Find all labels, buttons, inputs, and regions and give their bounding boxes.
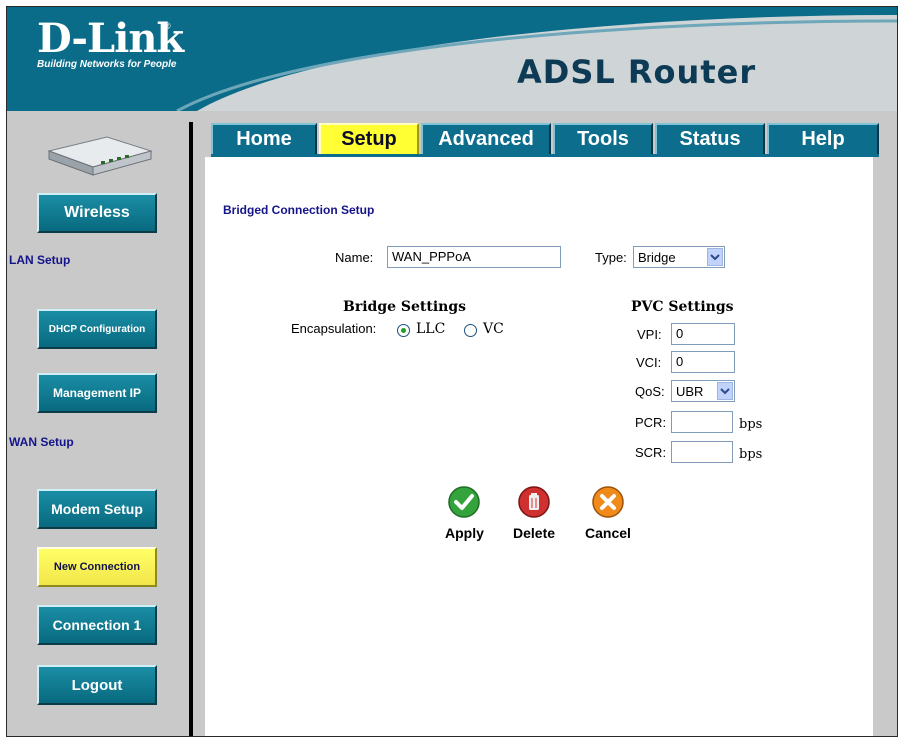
name-label: Name: (335, 250, 374, 265)
vpi-label: VPI: (637, 327, 662, 342)
chevron-down-icon (707, 248, 723, 266)
tab-advanced[interactable]: Advanced (421, 123, 551, 154)
type-label: Type: (595, 250, 627, 265)
modem-setup-button[interactable]: Modem Setup (37, 489, 157, 529)
pcr-input[interactable] (671, 411, 733, 433)
tab-help[interactable]: Help (767, 123, 879, 154)
cancel-button[interactable]: Cancel (585, 485, 631, 541)
qos-select[interactable]: UBR (671, 380, 735, 402)
type-select[interactable]: Bridge (633, 246, 725, 268)
apply-button[interactable]: Apply (445, 485, 484, 541)
vci-label: VCI: (636, 355, 662, 370)
name-input[interactable]: WAN_PPPoA (387, 246, 561, 268)
encap-llc-label: LLC (416, 321, 446, 337)
red-trash-icon (518, 486, 550, 518)
encap-vc-radio[interactable] (464, 324, 477, 337)
router-device-icon (47, 136, 153, 176)
tab-home[interactable]: Home (211, 123, 317, 154)
new-connection-button[interactable]: New Connection (37, 547, 157, 587)
router-page: D-Link ® Building Networks for People AD… (6, 6, 898, 737)
encap-vc-label: VC (483, 321, 504, 337)
delete-label: Delete (513, 525, 556, 541)
orange-x-icon (592, 486, 624, 518)
vpi-input[interactable]: 0 (671, 323, 735, 345)
logout-button[interactable]: Logout (37, 665, 157, 705)
delete-button[interactable]: Delete (513, 485, 555, 541)
scr-unit: bps (739, 447, 763, 462)
wan-setup-label: WAN Setup (9, 435, 74, 449)
apply-label: Apply (445, 525, 484, 541)
cancel-label: Cancel (585, 525, 631, 541)
logo-tagline: Building Networks for People (37, 59, 177, 70)
sidebar: Wireless LAN Setup DHCP Configuration Ma… (7, 111, 189, 736)
type-select-value: Bridge (638, 249, 676, 265)
dlink-logo: D-Link (37, 15, 184, 62)
registered-mark: ® (164, 21, 171, 31)
sidebar-divider (189, 122, 193, 736)
pvc-settings-heading: PVC Settings (631, 299, 734, 315)
main-content: Bridged Connection Setup Name: WAN_PPPoA… (205, 157, 873, 736)
page-title: Bridged Connection Setup (223, 203, 375, 217)
product-title: ADSL Router (517, 53, 757, 91)
scr-input[interactable] (671, 441, 733, 463)
wireless-button[interactable]: Wireless (37, 193, 157, 233)
green-check-icon (448, 486, 481, 518)
vci-input[interactable]: 0 (671, 351, 735, 373)
tab-status[interactable]: Status (655, 123, 765, 154)
management-ip-button[interactable]: Management IP (37, 373, 157, 413)
connection-1-button[interactable]: Connection 1 (37, 605, 157, 645)
pcr-unit: bps (739, 417, 763, 432)
header-banner: D-Link ® Building Networks for People AD… (7, 7, 897, 111)
encapsulation-label: Encapsulation: (291, 321, 377, 336)
pcr-label: PCR: (635, 415, 667, 430)
tab-setup[interactable]: Setup (319, 123, 419, 154)
bridge-settings-heading: Bridge Settings (343, 299, 467, 315)
tab-tools[interactable]: Tools (553, 123, 653, 154)
qos-label: QoS: (635, 384, 665, 399)
scr-label: SCR: (635, 445, 667, 460)
qos-select-value: UBR (676, 383, 704, 399)
encap-llc-radio[interactable] (397, 324, 410, 337)
lan-setup-label: LAN Setup (9, 253, 71, 267)
dhcp-configuration-button[interactable]: DHCP Configuration (37, 309, 157, 349)
chevron-down-icon (717, 382, 733, 400)
